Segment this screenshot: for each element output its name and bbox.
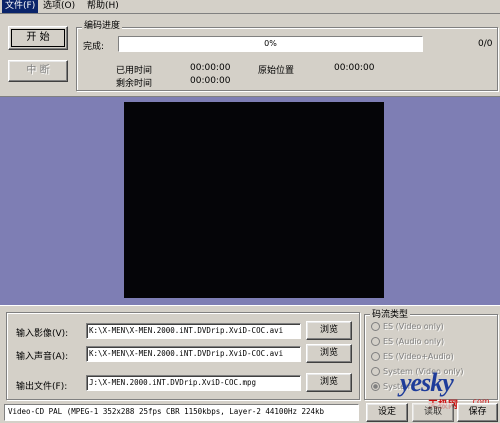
load-button[interactable]: 读取: [412, 403, 454, 422]
radio-selected-icon: [371, 382, 380, 391]
yesky-logo: yesky: [400, 368, 454, 397]
start-button-label: 开 始: [26, 32, 50, 43]
abort-button[interactable]: 中 断: [8, 60, 68, 82]
menu-help[interactable]: 帮助(H): [84, 0, 122, 13]
input-video-label: 输入影像(V):: [16, 329, 69, 339]
menu-options[interactable]: 选项(O): [40, 0, 78, 13]
remaining-value: 00:00:00: [190, 76, 231, 86]
save-button-label: 保存: [468, 407, 487, 417]
progress-bar: 0%: [118, 36, 423, 52]
load-button-label: 读取: [423, 407, 442, 417]
status-bar: Video-CD PAL (MPEG-1 352x288 25fps CBR 1…: [4, 404, 359, 421]
radio-icon: [371, 337, 380, 346]
settings-button-label: 设定: [377, 407, 396, 417]
browse-video-label: 浏览: [319, 325, 338, 335]
stream-type-option[interactable]: ES (Video only): [371, 322, 444, 331]
remaining-label: 剩余时间: [116, 79, 153, 89]
browse-video-button[interactable]: 浏览: [306, 321, 352, 340]
original-position-value: 00:00:00: [334, 63, 375, 73]
input-audio-label: 输入声音(A):: [16, 352, 69, 362]
radio-icon: [371, 322, 380, 331]
browse-output-button[interactable]: 浏览: [306, 373, 352, 392]
browse-output-label: 浏览: [319, 377, 338, 387]
complete-label: 完成:: [83, 42, 105, 52]
video-preview-frame: [124, 102, 384, 298]
settings-button[interactable]: 设定: [366, 403, 408, 422]
progress-count: 0/0: [478, 39, 493, 49]
progress-percent: 0%: [264, 39, 277, 48]
browse-audio-button[interactable]: 浏览: [306, 344, 352, 363]
save-button[interactable]: 保存: [457, 403, 498, 422]
output-file-field[interactable]: J:\X-MEN.2000.iNT.DVDrip.XviD-COC.mpg: [86, 375, 301, 391]
input-audio-field[interactable]: K:\X-MEN\X-MEN.2000.iNT.DVDrip.XviD-COC.…: [86, 346, 301, 362]
menu-file[interactable]: 文件(F): [2, 0, 39, 13]
yesky-watermark: yesky 天极网 .com: [400, 368, 498, 411]
start-button[interactable]: 开 始: [8, 26, 68, 50]
output-file-label: 输出文件(F):: [16, 382, 68, 392]
elapsed-value: 00:00:00: [190, 63, 231, 73]
stream-type-option-label: ES (Audio only): [383, 337, 445, 346]
stream-type-title: 码流类型: [370, 307, 411, 320]
menu-bar: 文件(F) 选项(O) 帮助(H): [0, 0, 500, 14]
encoding-progress-title: 编码进度: [82, 18, 123, 31]
radio-icon: [371, 352, 380, 361]
abort-button-label: 中 断: [26, 65, 50, 76]
stream-type-option-label: ES (Video only): [383, 322, 444, 331]
stream-type-option-label: ES (Video+Audio): [383, 352, 454, 361]
stream-type-option[interactable]: ES (Audio only): [371, 337, 444, 346]
input-video-field[interactable]: K:\X-MEN\X-MEN.2000.iNT.DVDrip.XviD-COC.…: [86, 323, 301, 339]
radio-icon: [371, 367, 380, 376]
stream-type-option[interactable]: ES (Video+Audio): [371, 352, 454, 361]
browse-audio-label: 浏览: [319, 348, 338, 358]
original-position-label: 原始位置: [258, 66, 295, 76]
elapsed-label: 已用时间: [116, 66, 153, 76]
